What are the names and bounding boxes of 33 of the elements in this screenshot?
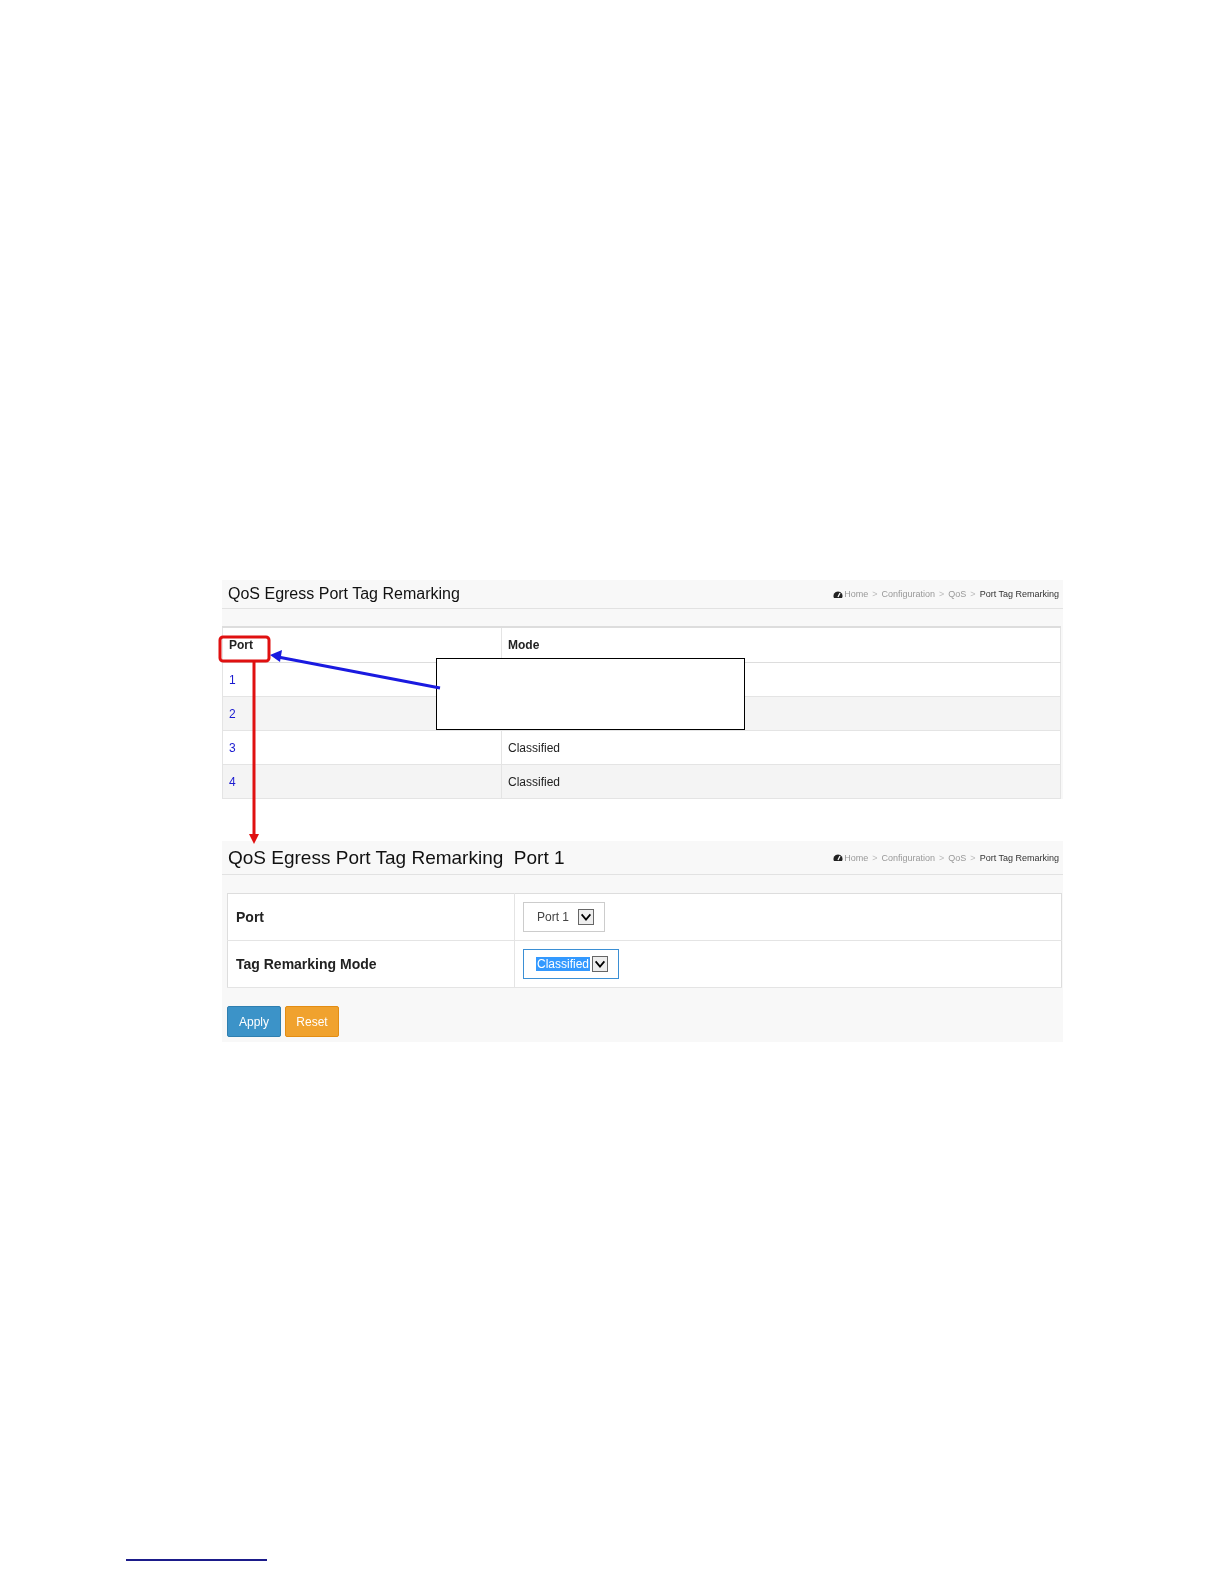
breadcrumb-link[interactable]: QoS: [948, 589, 967, 599]
field-label: Tag Remarking Mode: [227, 940, 515, 988]
port-link[interactable]: 3: [229, 740, 236, 755]
apply-button[interactable]: Apply: [227, 1006, 281, 1037]
port-link[interactable]: 1: [229, 672, 236, 687]
breadcrumb-link[interactable]: QoS: [948, 852, 967, 863]
dashboard-icon: [833, 589, 844, 599]
breadcrumb-separator: >: [970, 852, 976, 863]
field-label: Port: [227, 893, 515, 941]
breadcrumb-link[interactable]: Configuration: [881, 852, 936, 863]
mode-value: Classified: [508, 774, 561, 789]
mode-value: Classified: [508, 740, 561, 755]
breadcrumb-link[interactable]: Home: [833, 589, 869, 599]
select-field[interactable]: Classified: [523, 949, 620, 979]
caret-icon: [592, 956, 609, 972]
breadcrumb-separator: >: [939, 852, 945, 863]
port-link[interactable]: 2: [229, 706, 236, 721]
page-title: QoS Egress Port Tag Remarking Port 1: [228, 846, 565, 869]
dashboard-icon: [833, 853, 844, 862]
reset-button[interactable]: Reset: [285, 1006, 339, 1037]
page-title: QoS Egress Port Tag Remarking: [228, 585, 460, 603]
breadcrumb-separator: >: [872, 852, 878, 863]
breadcrumb-separator: >: [939, 589, 945, 599]
breadcrumb-separator: >: [970, 589, 976, 599]
breadcrumb-link[interactable]: Home: [833, 852, 869, 863]
breadcrumb-link[interactable]: Configuration: [881, 589, 936, 599]
highlight-frame: [218, 635, 271, 663]
select-field[interactable]: Port 1: [523, 902, 605, 932]
caret-icon: [578, 909, 594, 925]
port-link[interactable]: 4: [229, 774, 236, 789]
breadcrumb-separator: >: [872, 589, 878, 599]
breadcrumb-link[interactable]: Port Tag Remarking: [979, 589, 1059, 599]
breadcrumb-link[interactable]: Port Tag Remarking: [979, 852, 1059, 863]
